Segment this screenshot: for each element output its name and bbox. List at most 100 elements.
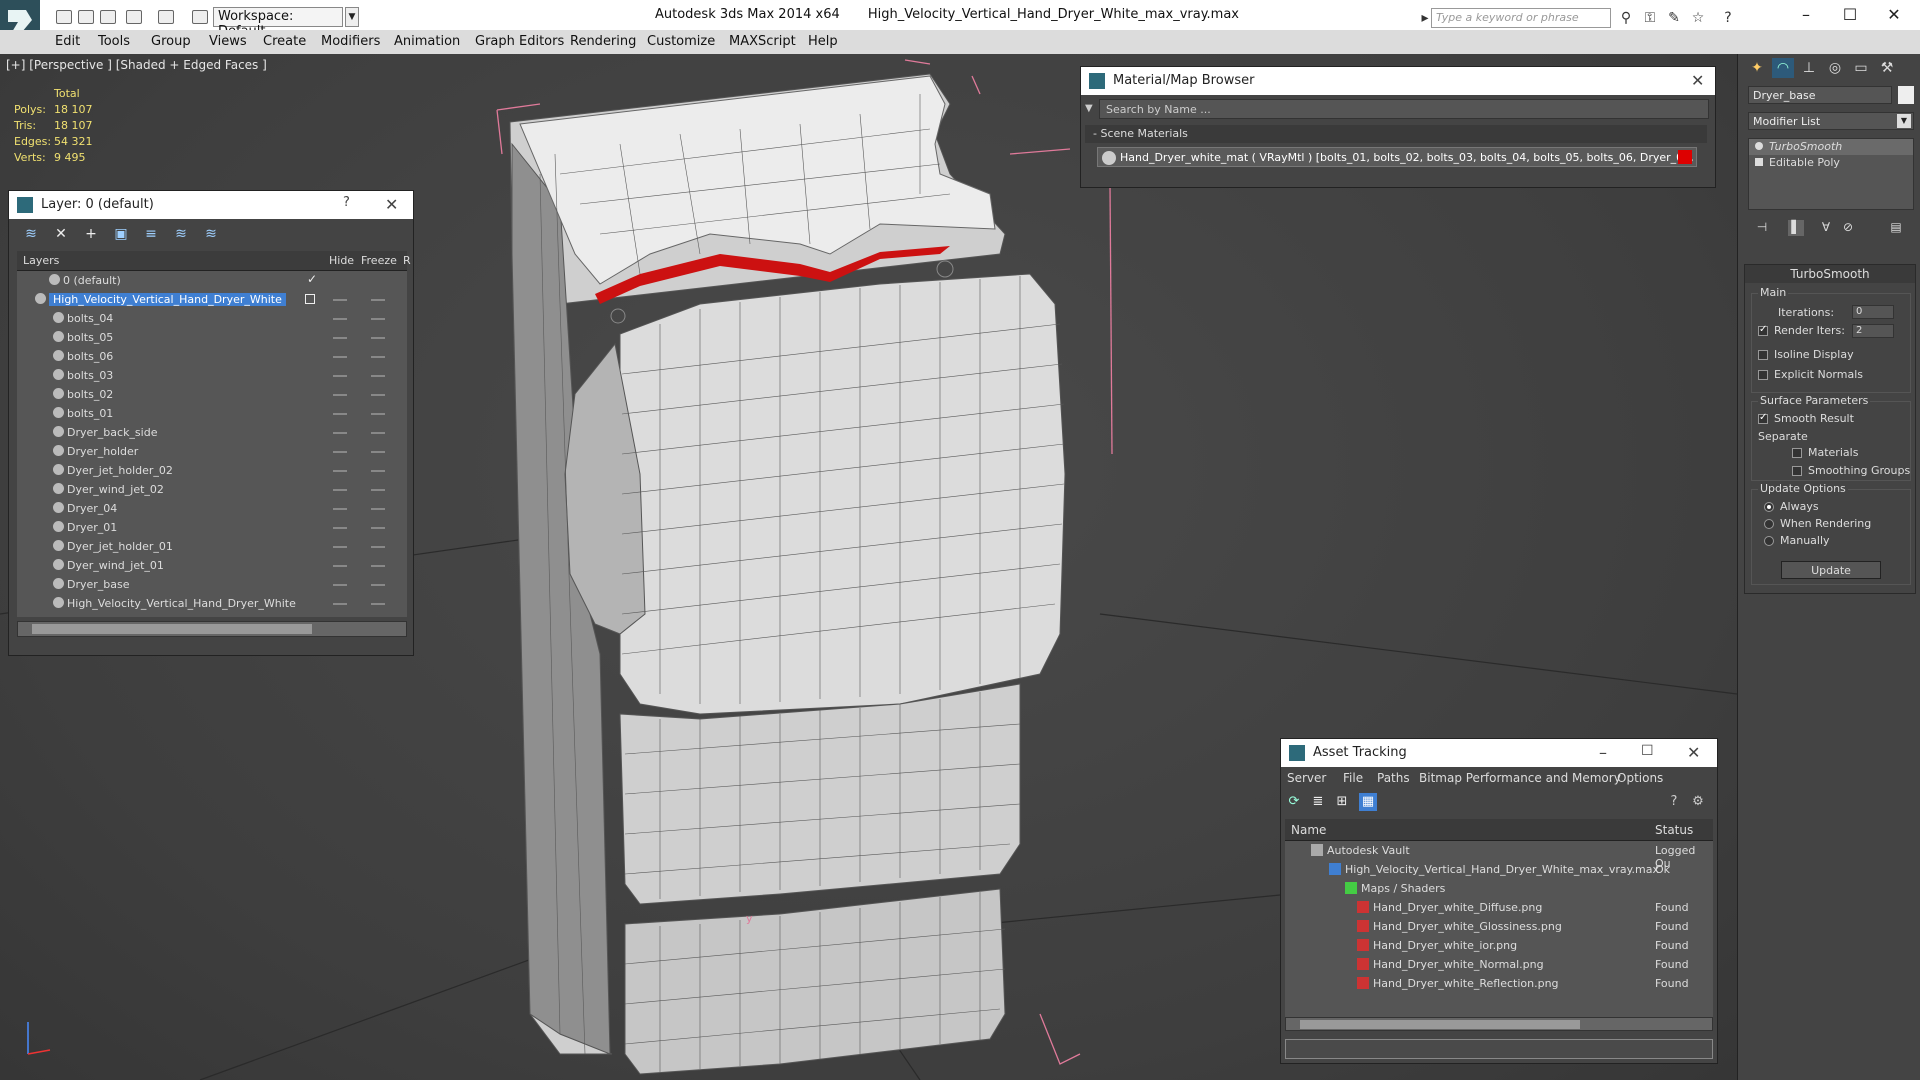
column-freeze[interactable]: Freeze: [361, 254, 397, 267]
asset-row[interactable]: High_Velocity_Vertical_Hand_Dryer_White_…: [1285, 860, 1713, 879]
layer-row[interactable]: High_Velocity_Vertical_Hand_Dryer_White: [17, 290, 407, 309]
scroll-thumb[interactable]: [32, 624, 312, 634]
smoothing-groups-checkbox[interactable]: [1792, 466, 1802, 476]
menu-tools[interactable]: Tools: [98, 34, 130, 49]
hide-all-icon[interactable]: ≋: [173, 226, 189, 242]
configure-sets-icon[interactable]: ▤: [1888, 220, 1904, 236]
render-iters-spinner[interactable]: 2: [1852, 324, 1894, 338]
object-name-field[interactable]: Dryer_base: [1748, 86, 1892, 104]
settings-icon[interactable]: ⚙: [1689, 793, 1707, 811]
hide-toggle[interactable]: [333, 318, 347, 320]
save-file-icon[interactable]: [100, 10, 116, 24]
modify-tab-icon[interactable]: ◠: [1772, 58, 1794, 78]
maximize-button[interactable]: ☐: [1830, 4, 1870, 28]
hide-toggle[interactable]: [333, 394, 347, 396]
material-browser-title-bar[interactable]: Material/Map Browser ✕: [1081, 67, 1715, 95]
layer-row[interactable]: Dryer_holder: [17, 442, 407, 461]
key-icon[interactable]: ⚿: [1642, 10, 1658, 26]
table-view-icon[interactable]: ▦: [1359, 793, 1377, 811]
menu-paths[interactable]: Paths: [1377, 771, 1410, 785]
new-layer-icon[interactable]: ≋: [23, 226, 39, 242]
undo-icon[interactable]: [126, 10, 142, 24]
create-tab-icon[interactable]: ✦: [1746, 58, 1768, 78]
layer-horizontal-scrollbar[interactable]: [17, 621, 407, 637]
hide-toggle[interactable]: [333, 565, 347, 567]
materials-checkbox[interactable]: [1792, 448, 1802, 458]
scene-materials-section[interactable]: - Scene Materials: [1085, 125, 1707, 143]
column-name[interactable]: Name: [1291, 823, 1326, 837]
layer-row[interactable]: Dryer_04: [17, 499, 407, 518]
delete-layer-icon[interactable]: ✕: [53, 226, 69, 242]
motion-tab-icon[interactable]: ◎: [1824, 58, 1846, 78]
layer-row[interactable]: Dyer_wind_jet_02: [17, 480, 407, 499]
close-icon[interactable]: ✕: [385, 195, 398, 214]
hide-toggle[interactable]: [333, 299, 347, 301]
layer-row[interactable]: Dyer_wind_jet_01: [17, 556, 407, 575]
layer-row[interactable]: bolts_05: [17, 328, 407, 347]
pin-stack-icon[interactable]: ⊣: [1754, 220, 1770, 236]
hide-toggle[interactable]: [333, 489, 347, 491]
freeze-toggle[interactable]: [371, 584, 385, 586]
freeze-toggle[interactable]: [371, 489, 385, 491]
menu-modifiers[interactable]: Modifiers: [321, 34, 380, 49]
asset-row[interactable]: Autodesk Vault Logged Ou: [1285, 841, 1713, 870]
asset-horizontal-scrollbar[interactable]: [1285, 1017, 1713, 1031]
object-color-swatch[interactable]: [1898, 86, 1914, 104]
minimize-button[interactable]: –: [1786, 4, 1826, 28]
menu-maxscript[interactable]: MAXScript: [729, 34, 796, 49]
freeze-toggle[interactable]: [371, 470, 385, 472]
binoculars-icon[interactable]: ⚲: [1618, 10, 1634, 26]
render-iters-checkbox[interactable]: [1758, 324, 1768, 336]
asset-tracking-title-bar[interactable]: Asset Tracking – ☐ ✕: [1281, 739, 1717, 767]
layer-row[interactable]: bolts_02: [17, 385, 407, 404]
help-icon[interactable]: ?: [1665, 793, 1683, 811]
chevron-down-icon[interactable]: ▼: [345, 7, 359, 27]
layer-row[interactable]: High_Velocity_Vertical_Hand_Dryer_White: [17, 594, 407, 613]
chevron-down-icon[interactable]: ▼: [1897, 114, 1911, 128]
layer-row[interactable]: Dyer_jet_holder_01: [17, 537, 407, 556]
hide-toggle[interactable]: [333, 603, 347, 605]
menu-animation[interactable]: Animation: [394, 34, 460, 49]
menu-edit[interactable]: Edit: [55, 34, 80, 49]
turbosmooth-rollout-title[interactable]: TurboSmooth: [1745, 265, 1915, 283]
hide-toggle[interactable]: [333, 375, 347, 377]
freeze-toggle[interactable]: [371, 546, 385, 548]
hide-toggle[interactable]: [333, 432, 347, 434]
hide-toggle[interactable]: [333, 470, 347, 472]
layer-row[interactable]: Dryer_01: [17, 518, 407, 537]
show-end-result-icon[interactable]: ▌: [1788, 220, 1804, 236]
remove-modifier-icon[interactable]: ⊘: [1840, 220, 1856, 236]
iterations-spinner[interactable]: 0: [1852, 305, 1894, 319]
hide-toggle[interactable]: [333, 451, 347, 453]
menu-customize[interactable]: Customize: [647, 34, 715, 49]
freeze-toggle[interactable]: [371, 394, 385, 396]
column-layers[interactable]: Layers: [23, 254, 59, 267]
hide-toggle[interactable]: [333, 546, 347, 548]
project-folder-icon[interactable]: [192, 10, 208, 24]
menu-views[interactable]: Views: [209, 34, 247, 49]
hierarchy-tab-icon[interactable]: ⊥: [1798, 58, 1820, 78]
utilities-tab-icon[interactable]: ⚒: [1876, 58, 1898, 78]
layer-row[interactable]: Dyer_jet_holder_02: [17, 461, 407, 480]
freeze-toggle[interactable]: [371, 451, 385, 453]
menu-bitmap-performance[interactable]: Bitmap Performance and Memory: [1419, 771, 1621, 785]
freeze-toggle[interactable]: [371, 375, 385, 377]
always-radio[interactable]: [1764, 502, 1774, 512]
freeze-toggle[interactable]: [371, 318, 385, 320]
menu-help[interactable]: Help: [808, 34, 838, 49]
freeze-toggle[interactable]: [371, 356, 385, 358]
column-status[interactable]: Status: [1655, 823, 1693, 837]
new-file-icon[interactable]: [56, 10, 72, 24]
freeze-toggle[interactable]: [371, 432, 385, 434]
search-input[interactable]: Type a keyword or phrase: [1431, 8, 1611, 28]
freeze-all-icon[interactable]: ≋: [203, 226, 219, 242]
stack-item-editable-poly[interactable]: Editable Poly: [1749, 155, 1913, 171]
make-unique-icon[interactable]: ∀: [1818, 220, 1834, 236]
hide-toggle[interactable]: [333, 356, 347, 358]
communication-icon[interactable]: ✎: [1666, 10, 1682, 26]
asset-row[interactable]: Hand_Dryer_white_Glossiness.png Found: [1285, 917, 1713, 936]
highlight-layer-icon[interactable]: ≡: [143, 226, 159, 242]
hide-toggle[interactable]: [333, 413, 347, 415]
asset-row[interactable]: Hand_Dryer_white_ior.png Found: [1285, 936, 1713, 955]
minimize-icon[interactable]: –: [1599, 743, 1607, 762]
